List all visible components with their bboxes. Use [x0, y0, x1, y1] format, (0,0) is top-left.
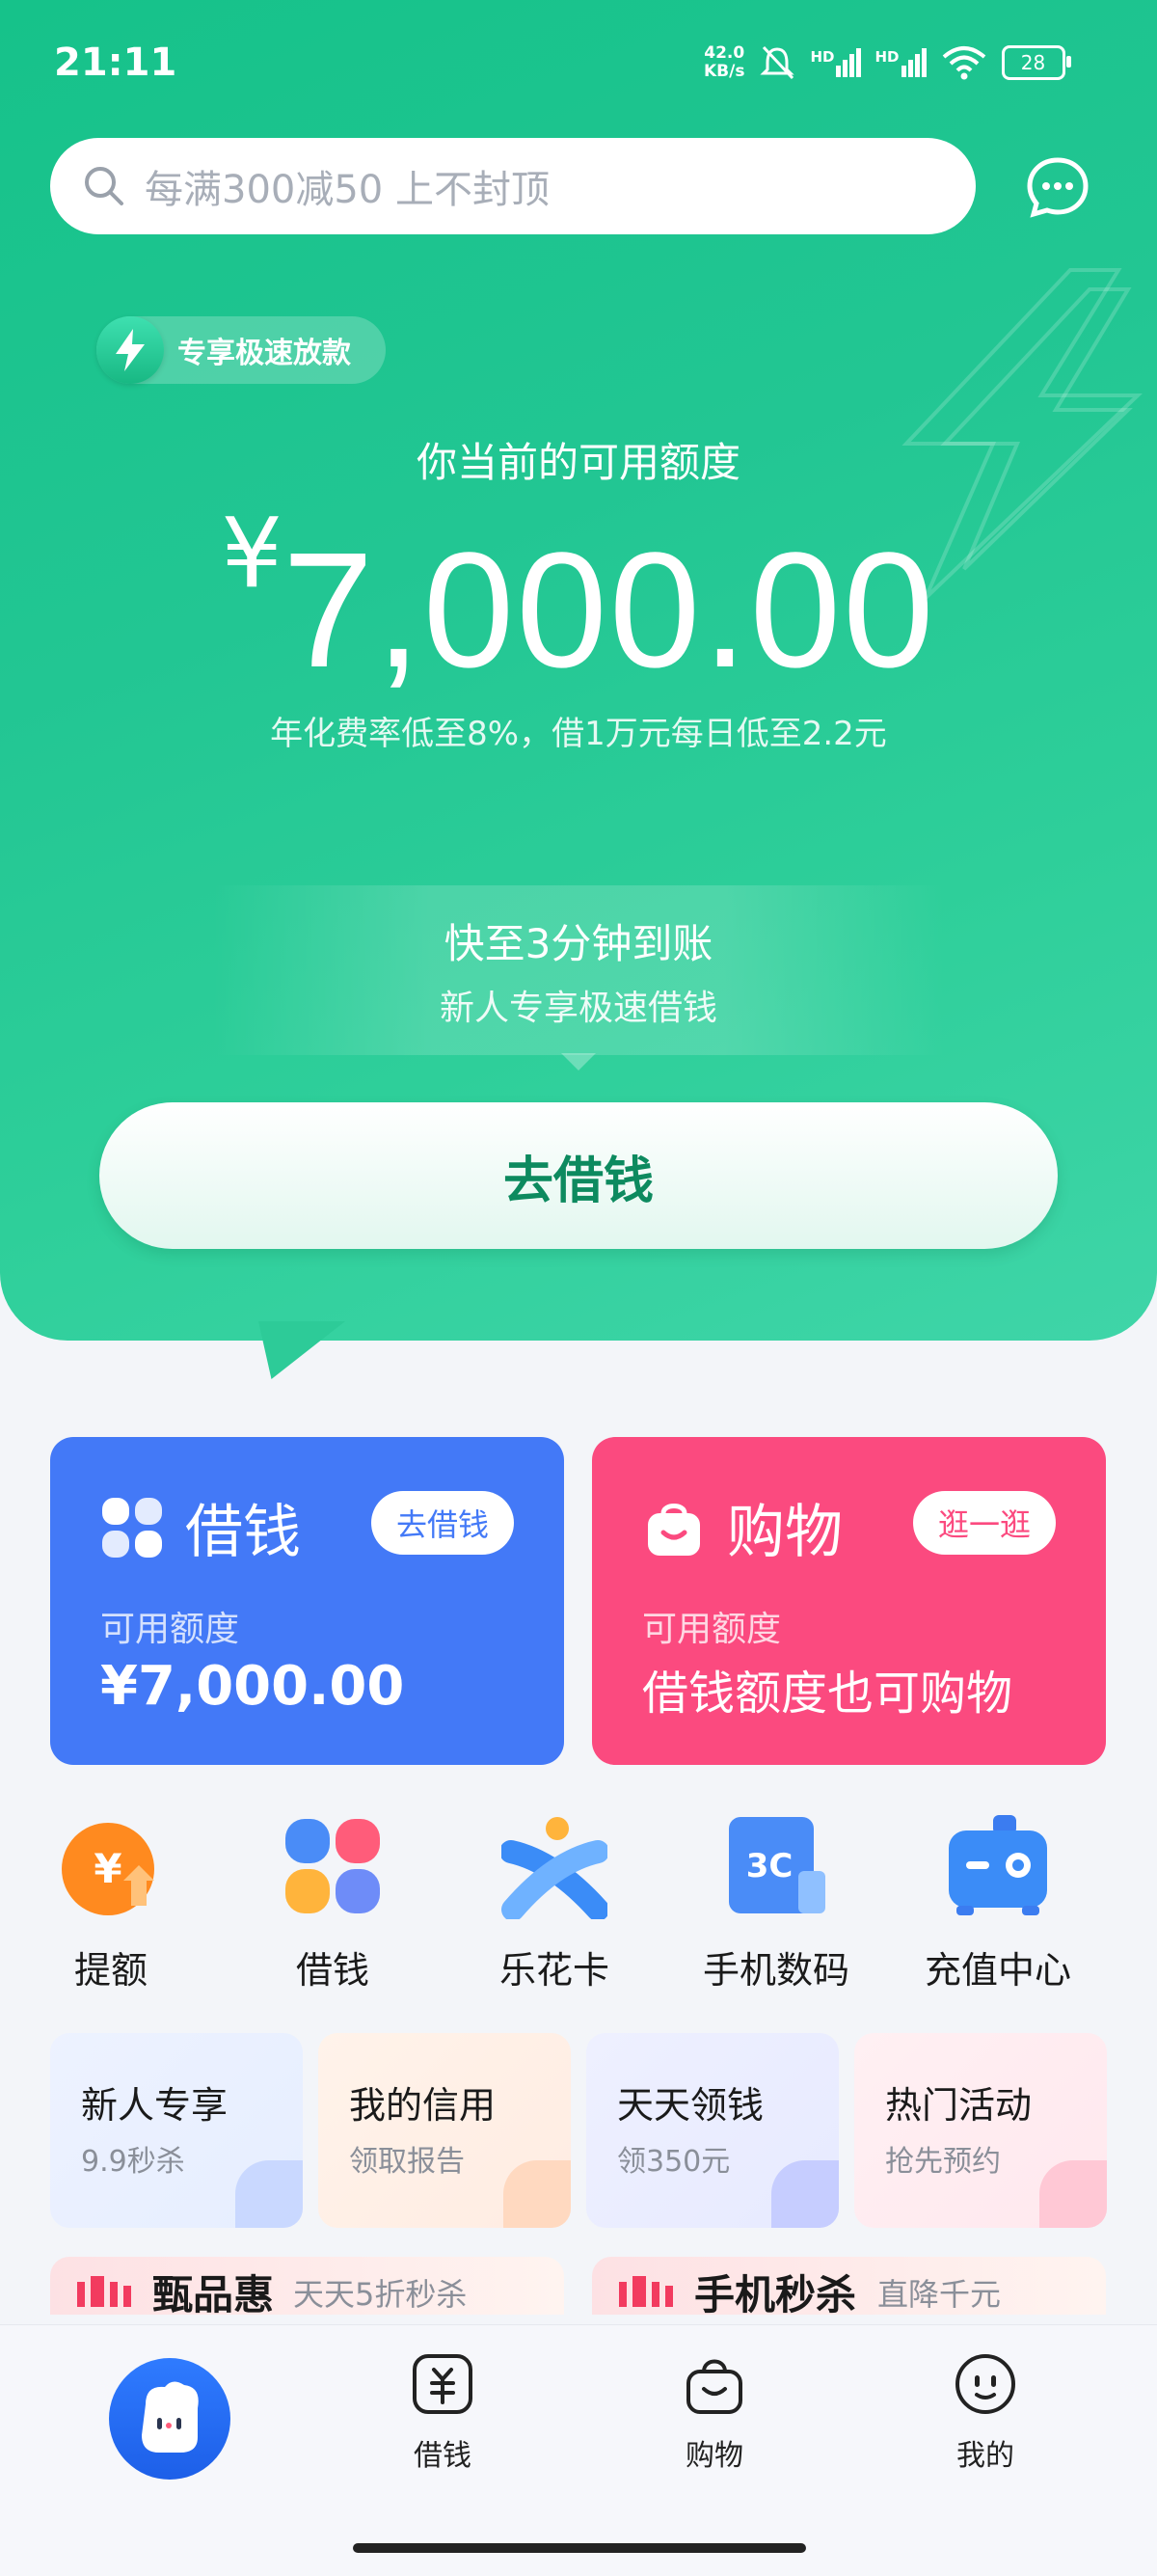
clover-icon — [102, 1497, 162, 1558]
tab-label: 我的 — [956, 2439, 1014, 2473]
loan-card-value: ¥7,000.00 — [100, 1655, 405, 1718]
home-indicator[interactable] — [353, 2543, 806, 2553]
grid-item-digital[interactable]: 3C 手机数码 — [665, 1813, 887, 2006]
borrow-button[interactable]: 去借钱 — [99, 1102, 1058, 1249]
tile-my-credit[interactable]: 我的信用 领取报告 — [318, 2033, 571, 2228]
tab-label: 购物 — [686, 2439, 743, 2473]
recharge-icon — [949, 1815, 1047, 1915]
banner-subtitle: 直降千元 — [877, 2276, 1002, 2313]
tile-title: 新人专享 — [81, 2084, 229, 2127]
tile-title: 我的信用 — [349, 2084, 497, 2127]
gift-bars-icon — [619, 2276, 673, 2307]
promo-tiles: 新人专享 9.9秒杀 我的信用 领取报告 天天领钱 领350元 热门活动 抢先预… — [50, 2033, 1107, 2228]
profile-face-icon — [955, 2354, 1015, 2414]
shop-card[interactable]: 购物 逛一逛 可用额度 借钱额度也可购物 — [592, 1437, 1106, 1765]
banner-title: 甄品惠 — [152, 2271, 275, 2315]
grid-label: 手机数码 — [702, 1949, 849, 1992]
tile-newcomer[interactable]: 新人专享 9.9秒杀 — [50, 2033, 303, 2228]
tile-subtitle: 领取报告 — [349, 2145, 465, 2179]
speed-title: 快至3分钟到账 — [444, 920, 713, 967]
loan-card[interactable]: 借钱 去借钱 可用额度 ¥7,000.00 — [50, 1437, 564, 1765]
tile-hot-events[interactable]: 热门活动 抢先预约 — [854, 2033, 1107, 2228]
grid-label: 提额 — [73, 1949, 148, 1992]
grid-label: 乐花卡 — [498, 1949, 609, 1992]
search-placeholder: 每满300减50 上不封顶 — [145, 168, 550, 212]
status-icons: 42.0 KB/s HD HD 28 — [704, 39, 1071, 87]
banner-zhenpinhui[interactable]: 甄品惠 天天5折秒杀 — [50, 2257, 564, 2315]
digital-3c-icon: 3C — [729, 1817, 825, 1913]
badge-label: 专享极速放款 — [177, 337, 351, 370]
currency-symbol: ¥ — [221, 497, 283, 610]
tab-shopping[interactable]: 购物 — [637, 2350, 792, 2474]
lehua-card-icon — [501, 1817, 607, 1919]
loan-card-title: 借钱 — [185, 1499, 301, 1566]
tab-label: 借钱 — [414, 2439, 471, 2473]
shopping-bag-tab-icon — [686, 2359, 742, 2414]
quick-entry-grid: ¥ 提额 借钱 乐花卡 3C 手机数码 充值中心 — [0, 1813, 1157, 2006]
tile-subtitle: 9.9秒杀 — [81, 2145, 185, 2179]
mascot-icon — [142, 2381, 199, 2453]
tab-loan[interactable]: 借钱 — [365, 2350, 520, 2474]
svg-text:3C: 3C — [746, 1847, 794, 1885]
grid-item-lehua-card[interactable]: 乐花卡 — [444, 1813, 665, 2006]
tile-title: 热门活动 — [885, 2084, 1033, 2127]
lightning-icon — [96, 316, 164, 384]
fast-loan-badge: 专享极速放款 — [96, 316, 386, 384]
message-icon[interactable] — [1024, 154, 1091, 222]
amount-value: 7,000.00 — [282, 519, 936, 702]
battery-icon: 28 — [1001, 45, 1071, 80]
shop-card-title: 购物 — [727, 1499, 843, 1566]
tile-subtitle: 抢先预约 — [885, 2145, 1001, 2179]
banner-title: 手机秒杀 — [694, 2271, 857, 2315]
search-icon — [85, 167, 123, 205]
speed-subtitle: 新人专享极速借钱 — [439, 989, 717, 1028]
grid-item-recharge[interactable]: 充值中心 — [887, 1813, 1109, 2006]
status-time: 21:11 — [54, 41, 177, 85]
svg-text:¥: ¥ — [94, 1845, 121, 1892]
rate-text: 年化费率低至8%，借1万元每日低至2.2元 — [270, 715, 887, 753]
star-icon — [503, 2160, 571, 2228]
tile-subtitle: 领350元 — [617, 2145, 731, 2179]
tile-daily-cash[interactable]: 天天领钱 领350元 — [586, 2033, 839, 2228]
tab-mine[interactable]: 我的 — [908, 2350, 1063, 2474]
go-borrow-pill[interactable]: 去借钱 — [370, 1491, 514, 1555]
banner-phone-flash-sale[interactable]: 手机秒杀 直降千元 — [592, 2257, 1106, 2315]
bottom-tab-bar: 借钱 购物 我的 — [0, 2324, 1157, 2576]
gift-bars-icon — [77, 2276, 131, 2307]
credit-title: 你当前的可用额度 — [416, 439, 740, 486]
shopping-bag-icon — [648, 1503, 700, 1556]
raise-limit-icon: ¥ — [62, 1823, 154, 1915]
browse-pill[interactable]: 逛一逛 — [912, 1491, 1056, 1555]
loan-clover-icon — [285, 1819, 380, 1913]
grid-label: 借钱 — [295, 1949, 369, 1992]
shop-card-label: 可用额度 — [642, 1610, 782, 1649]
search-bar[interactable]: 每满300减50 上不封顶 — [50, 138, 976, 234]
hero-pointer — [258, 1321, 345, 1379]
grid-item-raise-limit[interactable]: ¥ 提额 — [0, 1813, 222, 2006]
shop-card-value: 借钱额度也可购物 — [642, 1667, 1013, 1721]
network-speed: 42.0 KB/s — [704, 43, 745, 81]
percent-icon — [235, 2160, 303, 2228]
mute-bell-icon — [760, 45, 795, 80]
home-mascot-avatar[interactable] — [109, 2358, 230, 2480]
tile-title: 天天领钱 — [617, 2084, 765, 2127]
grid-label: 充值中心 — [924, 1949, 1071, 1992]
signal-strength-1-icon: HD — [810, 48, 862, 77]
banner-subtitle: 天天5折秒杀 — [293, 2276, 468, 2313]
yuan-coin-icon — [771, 2160, 839, 2228]
available-amount: ¥7,000.00 — [0, 497, 1157, 705]
wifi-icon — [942, 46, 985, 80]
heart-icon — [1039, 2160, 1107, 2228]
signal-strength-2-icon: HD — [874, 48, 927, 77]
loan-card-label: 可用额度 — [100, 1610, 240, 1649]
loan-tab-icon — [413, 2354, 472, 2414]
grid-item-loan[interactable]: 借钱 — [222, 1813, 444, 2006]
